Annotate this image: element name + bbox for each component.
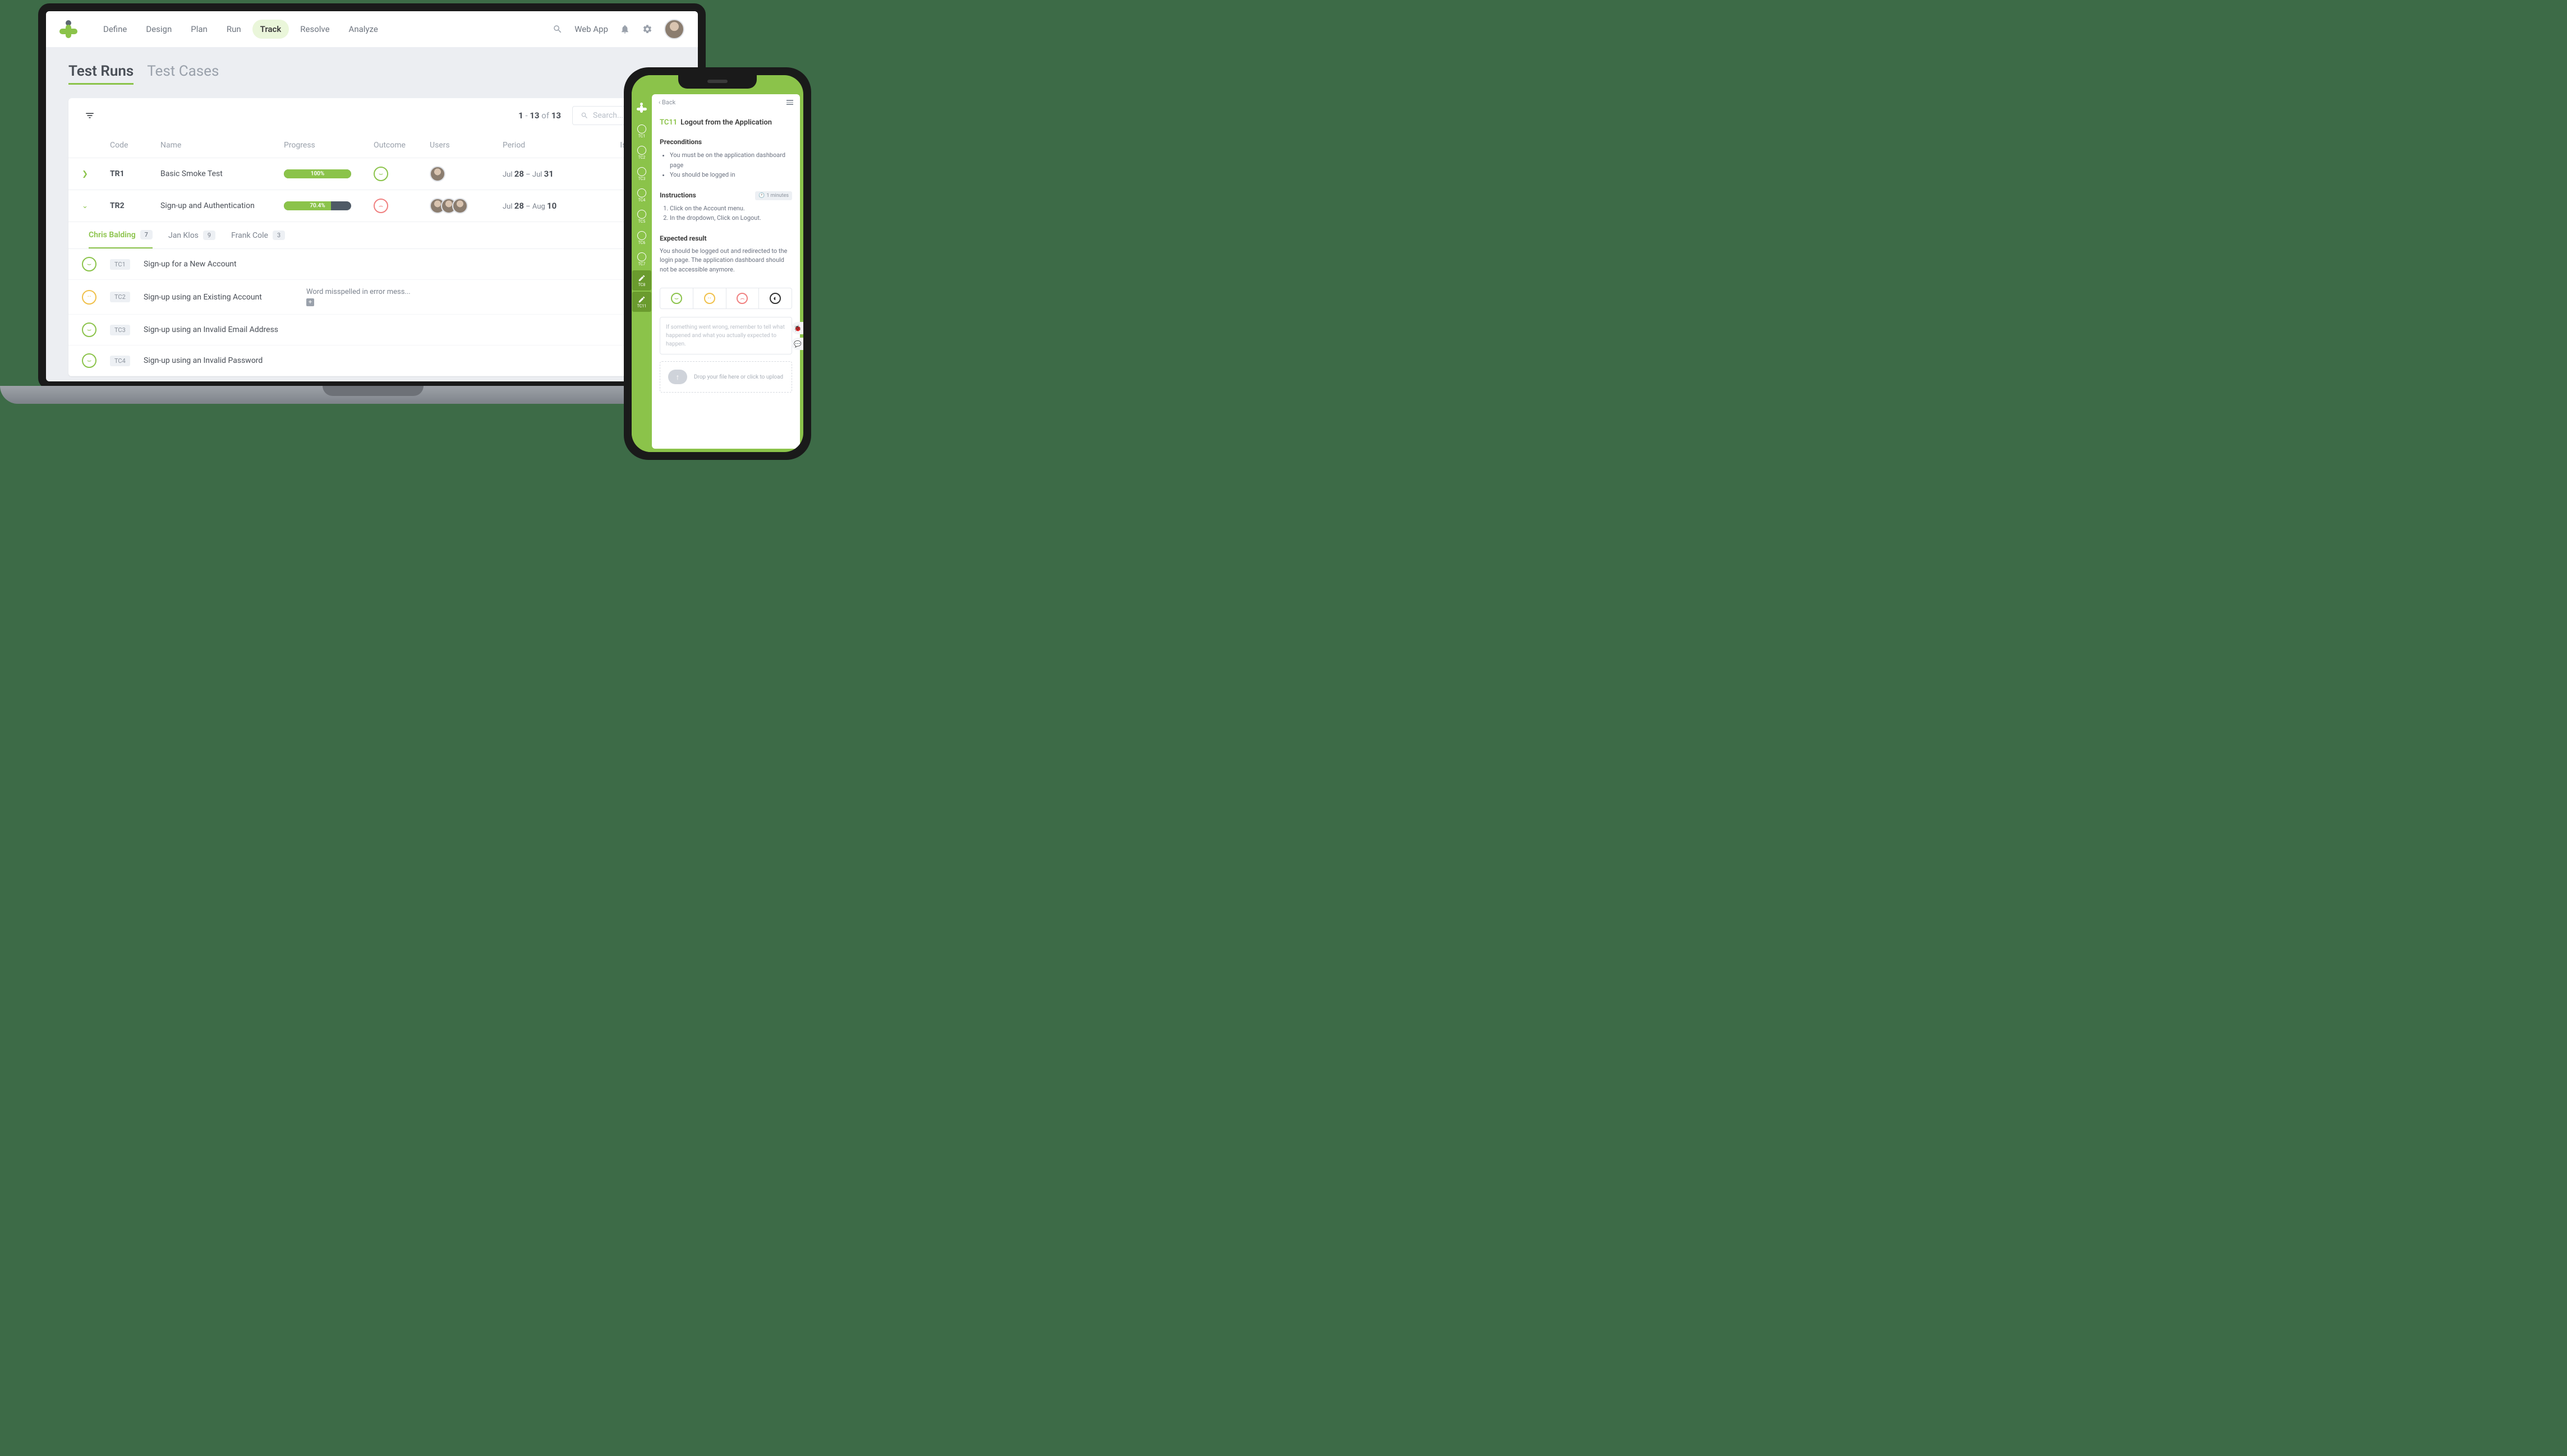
outcome-happy-icon: ⌣ xyxy=(82,257,96,271)
expected-text: You should be logged out and redirected … xyxy=(660,247,792,275)
phone-main: ‹ Back TC11Logout from the Application P… xyxy=(652,94,800,449)
case-note: Word misspelled in error mess...+ xyxy=(306,288,508,306)
nav-define[interactable]: Define xyxy=(95,20,135,39)
precondition-item: You should be logged in xyxy=(670,170,792,180)
precondition-item: You must be on the application dashboard… xyxy=(670,150,792,170)
search-icon[interactable] xyxy=(552,24,563,35)
topbar: Define Design Plan Run Track Resolve Ana… xyxy=(46,11,698,47)
chevron-down-icon[interactable]: ⌄ xyxy=(82,202,110,210)
rail-tc5[interactable]: TC5 xyxy=(632,206,651,227)
page-tabs: Test Runs Test Cases xyxy=(46,47,698,85)
rail-tc7[interactable]: TC7 xyxy=(632,249,651,269)
rail-logo[interactable] xyxy=(632,98,651,118)
pencil-icon xyxy=(638,274,646,282)
phone-rail: TC1 TC2 TC3 TC4 TC5 TC6 TC7 TC8 TC11 xyxy=(632,75,652,452)
progress-bar: 100% xyxy=(284,169,351,178)
case-row[interactable]: ·· TC2 Sign-up using an Existing Account… xyxy=(68,280,675,315)
table-header: Code Name Progress Outcome Users Period … xyxy=(68,133,675,158)
phone-frame: TC1 TC2 TC3 TC4 TC5 TC6 TC7 TC8 TC11 ‹ B… xyxy=(624,67,811,460)
nav-design[interactable]: Design xyxy=(138,20,180,39)
chevron-right-icon[interactable]: ❯ xyxy=(82,170,110,178)
nav-track[interactable]: Track xyxy=(252,20,289,39)
progress-bar: 70.4% xyxy=(284,201,351,210)
phone-screen: TC1 TC2 TC3 TC4 TC5 TC6 TC7 TC8 TC11 ‹ B… xyxy=(632,75,803,452)
main-nav: Define Design Plan Run Track Resolve Ana… xyxy=(95,20,386,39)
pencil-icon xyxy=(638,296,646,303)
outcome-happy-icon: ⌣ xyxy=(374,167,388,181)
instruction-item: Click on the Account menu. xyxy=(670,204,792,214)
duration-badge: 🕐 1 minutes xyxy=(755,191,792,200)
case-row[interactable]: ⌣ TC1 Sign-up for a New Account 7 days a… xyxy=(68,249,675,280)
period: Jul 28 – Aug 10 xyxy=(503,201,598,211)
laptop-screen: Define Design Plan Run Track Resolve Ana… xyxy=(38,3,706,389)
pagination: 1 - 13 of 13 xyxy=(518,110,561,121)
case-row[interactable]: ⌣ TC3 Sign-up using an Invalid Email Add… xyxy=(68,315,675,345)
menu-icon[interactable] xyxy=(786,100,793,105)
outcome-other-button[interactable]: ◐ xyxy=(759,288,792,308)
search-icon xyxy=(581,112,588,119)
outcome-neutral-button[interactable]: ·· xyxy=(693,288,726,308)
back-button[interactable]: ‹ Back xyxy=(659,99,675,106)
upload-icon xyxy=(668,370,687,384)
note-textarea[interactable]: If something went wrong, remember to tel… xyxy=(660,317,792,354)
add-note-icon[interactable]: + xyxy=(306,298,314,306)
outcome-neutral-icon: ·· xyxy=(82,290,96,305)
case-row[interactable]: ⌣ TC4 Sign-up using an Invalid Password … xyxy=(68,345,675,376)
tester-tab-jan[interactable]: Jan Klos9 xyxy=(168,230,215,248)
bug-icon[interactable]: 🐞 xyxy=(792,322,800,334)
rail-tc1[interactable]: TC1 xyxy=(632,121,651,141)
nav-analyze[interactable]: Analyze xyxy=(341,20,386,39)
outcome-happy-icon: ⌣ xyxy=(82,322,96,337)
tab-test-runs[interactable]: Test Runs xyxy=(68,63,134,85)
outcome-selector: ⌣ ·· ⌢ ◐ xyxy=(660,288,792,309)
nav-plan[interactable]: Plan xyxy=(183,20,215,39)
outcome-happy-icon: ⌣ xyxy=(82,353,96,368)
nav-run[interactable]: Run xyxy=(219,20,249,39)
rail-tc3[interactable]: TC3 xyxy=(632,164,651,184)
upload-dropzone[interactable]: Drop your file here or click to upload xyxy=(660,361,792,393)
tab-test-cases[interactable]: Test Cases xyxy=(147,63,219,85)
gear-icon[interactable] xyxy=(642,24,653,35)
case-title: TC11Logout from the Application xyxy=(652,110,800,132)
outcome-happy-button[interactable]: ⌣ xyxy=(660,288,693,308)
instruction-item: In the dropdown, Click on Logout. xyxy=(670,213,792,223)
search-placeholder: Search... xyxy=(593,111,623,120)
rail-tc6[interactable]: TC6 xyxy=(632,228,651,248)
runs-panel: 1 - 13 of 13 Search... Code Name Progres… xyxy=(68,98,675,376)
rail-tc2[interactable]: TC2 xyxy=(632,142,651,163)
outcome-sad-icon: ⌢ xyxy=(374,199,388,213)
user-avatar[interactable] xyxy=(664,19,684,39)
user-avatars xyxy=(430,198,503,214)
run-row-tr2[interactable]: ⌄ TR2 Sign-up and Authentication 70.4% ⌢… xyxy=(68,190,675,222)
outcome-sad-button[interactable]: ⌢ xyxy=(726,288,760,308)
context-label[interactable]: Web App xyxy=(574,24,608,34)
preconditions-heading: Preconditions xyxy=(660,138,792,146)
run-row-tr1[interactable]: ❯ TR1 Basic Smoke Test 100% ⌣ Jul 28 – J… xyxy=(68,158,675,190)
nav-resolve[interactable]: Resolve xyxy=(292,20,337,39)
filter-icon[interactable] xyxy=(82,108,98,123)
tester-tab-chris[interactable]: Chris Balding7 xyxy=(89,230,153,248)
period: Jul 28 – Jul 31 xyxy=(503,169,598,179)
app-logo[interactable] xyxy=(59,20,77,38)
bell-icon[interactable] xyxy=(619,24,631,35)
tester-tabs: Chris Balding7 Jan Klos9 Frank Cole3 xyxy=(68,222,675,249)
user-avatar xyxy=(430,166,445,182)
expected-heading: Expected result xyxy=(660,234,792,242)
tester-tab-frank[interactable]: Frank Cole3 xyxy=(231,230,285,248)
rail-tc4[interactable]: TC4 xyxy=(632,185,651,205)
phone-notch xyxy=(678,75,757,89)
rail-tc11[interactable]: TC11 xyxy=(632,292,651,312)
chat-icon[interactable]: 💬 xyxy=(792,338,800,350)
rail-tc8[interactable]: TC8 xyxy=(632,270,651,291)
